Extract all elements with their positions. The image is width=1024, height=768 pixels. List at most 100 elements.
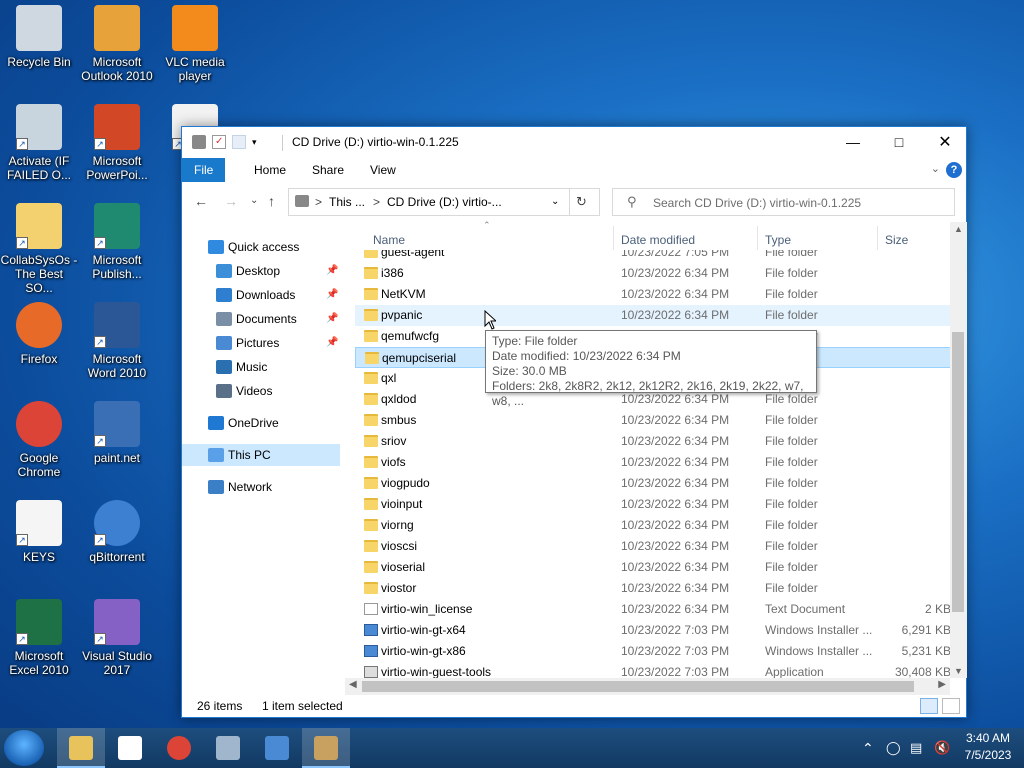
nav-item-desktop[interactable]: Desktop 📌	[182, 260, 340, 282]
shortcut-arrow-icon: ↗	[16, 534, 28, 546]
desktop-shortcut[interactable]: ↗ qBittorrent	[78, 500, 156, 564]
file-name: viogpudo	[381, 476, 430, 490]
file-row[interactable]: vioinput 10/23/2022 6:34 PM File folder	[355, 494, 951, 515]
nav-item-downloads[interactable]: Downloads 📌	[182, 284, 340, 306]
recent-locations-button[interactable]: ⌄	[250, 195, 258, 206]
taskbar-button[interactable]	[204, 728, 252, 768]
file-row[interactable]: smbus 10/23/2022 6:34 PM File folder	[355, 410, 951, 431]
vertical-scrollbar[interactable]: ▲ ▼	[950, 222, 967, 678]
taskbar-button[interactable]	[253, 728, 301, 768]
taskbar-button[interactable]	[106, 728, 154, 768]
file-row[interactable]: pvpanic 10/23/2022 6:34 PM File folder	[355, 305, 951, 326]
file-row[interactable]: vioscsi 10/23/2022 6:34 PM File folder	[355, 536, 951, 557]
scroll-thumb[interactable]	[362, 681, 914, 692]
nav-item-onedrive[interactable]: OneDrive	[182, 412, 340, 434]
customize-toolbar-icon[interactable]: ▾	[252, 135, 266, 149]
maximize-button[interactable]: □	[876, 127, 922, 158]
nav-item-network[interactable]: Network	[182, 476, 340, 498]
close-button[interactable]: ✕	[922, 127, 968, 158]
file-row[interactable]: virtio-win_license 10/23/2022 6:34 PM Text…	[355, 599, 951, 620]
address-bar[interactable]: > This ... > CD Drive (D:) virtio-... ⌄ …	[288, 188, 600, 216]
breadcrumb-cd-drive[interactable]: CD Drive (D:) virtio-...	[387, 195, 502, 209]
file-row[interactable]: NetKVM 10/23/2022 6:34 PM File folder	[355, 284, 951, 305]
recycle-bin-icon	[16, 5, 62, 51]
help-icon[interactable]: ?	[946, 162, 962, 178]
column-name[interactable]: Name	[373, 230, 405, 250]
mouse-cursor-icon	[484, 310, 496, 330]
show-hidden-icons-icon[interactable]: ⌃	[862, 740, 874, 757]
volume-muted-icon[interactable]: 🔇	[934, 740, 950, 756]
taskbar-button[interactable]	[57, 728, 105, 768]
column-size[interactable]: Size	[885, 230, 908, 250]
desktop-shortcut[interactable]: ↗ KEYS	[0, 500, 78, 564]
file-row[interactable]: viogpudo 10/23/2022 6:34 PM File folder	[355, 473, 951, 494]
folder-icon	[364, 498, 378, 510]
taskbar-button[interactable]	[155, 728, 203, 768]
desktop-shortcut[interactable]: Google Chrome	[0, 401, 78, 479]
quick-access-toolbar: ✓ ▾	[192, 135, 266, 149]
desktop-shortcut[interactable]: ↗ Activate (IF FAILED O...	[0, 104, 78, 182]
large-icons-view-button[interactable]	[942, 698, 960, 714]
shortcut-arrow-icon: ↗	[94, 534, 106, 546]
tab-view[interactable]: View	[356, 158, 410, 182]
file-row[interactable]: sriov 10/23/2022 6:34 PM File folder	[355, 431, 951, 452]
ribbon: File Home Share View ⌄ ?	[182, 158, 966, 182]
column-type[interactable]: Type	[765, 230, 791, 250]
minimize-button[interactable]: —	[830, 127, 876, 158]
desktop-shortcut[interactable]: Firefox	[0, 302, 78, 366]
desktop-shortcut[interactable]: VLC media player	[156, 5, 234, 83]
back-button[interactable]: ←	[194, 193, 208, 209]
scroll-down-icon[interactable]: ▼	[950, 666, 967, 676]
nav-item-music[interactable]: Music	[182, 356, 340, 378]
nav-item-this-pc[interactable]: This PC	[182, 444, 340, 466]
file-row[interactable]: viorng 10/23/2022 6:34 PM File folder	[355, 515, 951, 536]
search-input[interactable]: ⚲ Search CD Drive (D:) virtio-win-0.1.22…	[612, 188, 955, 216]
desktop-shortcut[interactable]: ↗ Microsoft Publish...	[78, 203, 156, 281]
scroll-thumb[interactable]	[952, 332, 964, 612]
clock[interactable]: 3:40 AM 7/5/2023	[960, 730, 1016, 764]
refresh-button[interactable]: ↻	[569, 189, 593, 215]
file-row[interactable]: virtio-win-gt-x86 10/23/2022 7:03 PM Windo…	[355, 641, 951, 662]
network-icon[interactable]: ▤	[910, 740, 922, 756]
nav-item-documents[interactable]: Documents 📌	[182, 308, 340, 330]
new-folder-icon[interactable]	[232, 135, 246, 149]
nav-item-quick-access[interactable]: Quick access	[182, 236, 340, 258]
file-row[interactable]: virtio-win-gt-x64 10/23/2022 7:03 PM Windo…	[355, 620, 951, 641]
file-row[interactable]: viostor 10/23/2022 6:34 PM File folder	[355, 578, 951, 599]
column-date-modified[interactable]: Date modified	[621, 230, 695, 250]
scroll-left-icon[interactable]: ◀	[349, 679, 357, 690]
file-row[interactable]: viofs 10/23/2022 6:34 PM File folder	[355, 452, 951, 473]
folder-icon	[365, 352, 379, 364]
tab-home[interactable]: Home	[240, 158, 300, 182]
expand-ribbon-icon[interactable]: ⌄	[931, 162, 940, 175]
tab-file[interactable]: File	[182, 158, 226, 182]
column-separator[interactable]	[757, 226, 758, 250]
forward-button[interactable]: →	[224, 193, 238, 209]
desktop-shortcut[interactable]: ↗ Microsoft Excel 2010	[0, 599, 78, 677]
address-dropdown-icon[interactable]: ⌄	[551, 196, 559, 207]
desktop-shortcut[interactable]: ↗ Microsoft PowerPoi...	[78, 104, 156, 182]
file-row[interactable]: vioserial 10/23/2022 6:34 PM File folder	[355, 557, 951, 578]
taskbar-button[interactable]	[302, 728, 350, 768]
desktop-shortcut[interactable]: ↗ paint.net	[78, 401, 156, 465]
column-separator[interactable]	[877, 226, 878, 250]
tab-share[interactable]: Share	[298, 158, 358, 182]
scroll-right-icon[interactable]: ▶	[938, 679, 946, 690]
usb-icon[interactable]: ◯	[886, 740, 901, 756]
column-separator[interactable]	[613, 226, 614, 250]
breadcrumb-this-pc[interactable]: This ...	[329, 195, 365, 209]
start-button[interactable]	[4, 730, 44, 766]
nav-item-pictures[interactable]: Pictures 📌	[182, 332, 340, 354]
details-view-button[interactable]	[920, 698, 938, 714]
desktop-shortcut[interactable]: Recycle Bin	[0, 5, 78, 69]
desktop-shortcut[interactable]: ↗ Visual Studio 2017	[78, 599, 156, 677]
scroll-up-icon[interactable]: ▲	[950, 224, 967, 234]
nav-item-videos[interactable]: Videos	[182, 380, 340, 402]
desktop-shortcut[interactable]: Microsoft Outlook 2010	[78, 5, 156, 83]
desktop-shortcut[interactable]: ↗ CollabSysOs - The Best SO...	[0, 203, 78, 295]
up-button[interactable]: ↑	[268, 193, 275, 209]
file-row[interactable]: i386 10/23/2022 6:34 PM File folder	[355, 263, 951, 284]
properties-icon[interactable]: ✓	[212, 135, 226, 149]
horizontal-scrollbar[interactable]: ◀ ▶	[345, 678, 950, 695]
desktop-shortcut[interactable]: ↗ Microsoft Word 2010	[78, 302, 156, 380]
